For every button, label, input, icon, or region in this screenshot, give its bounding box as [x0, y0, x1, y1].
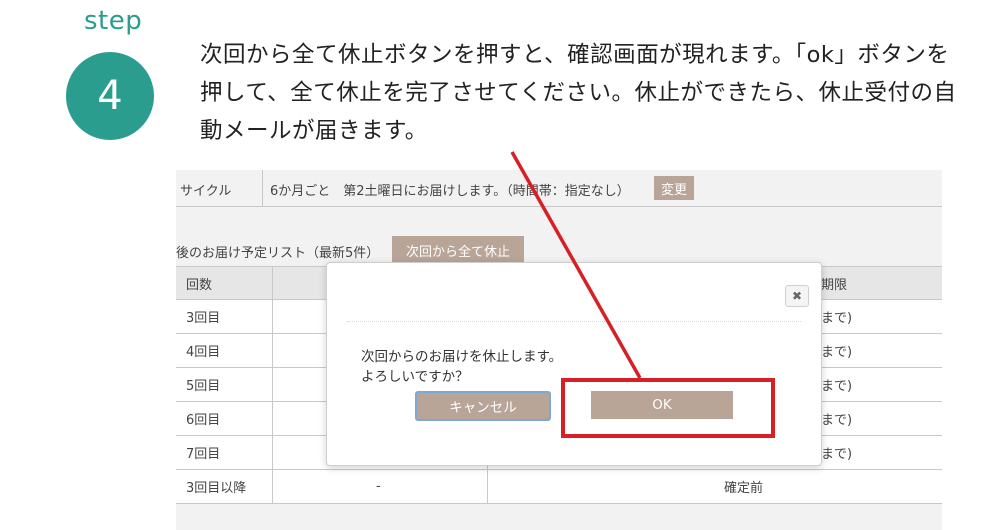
pointer-line	[510, 151, 642, 379]
pointer-line-stroke	[510, 151, 642, 379]
